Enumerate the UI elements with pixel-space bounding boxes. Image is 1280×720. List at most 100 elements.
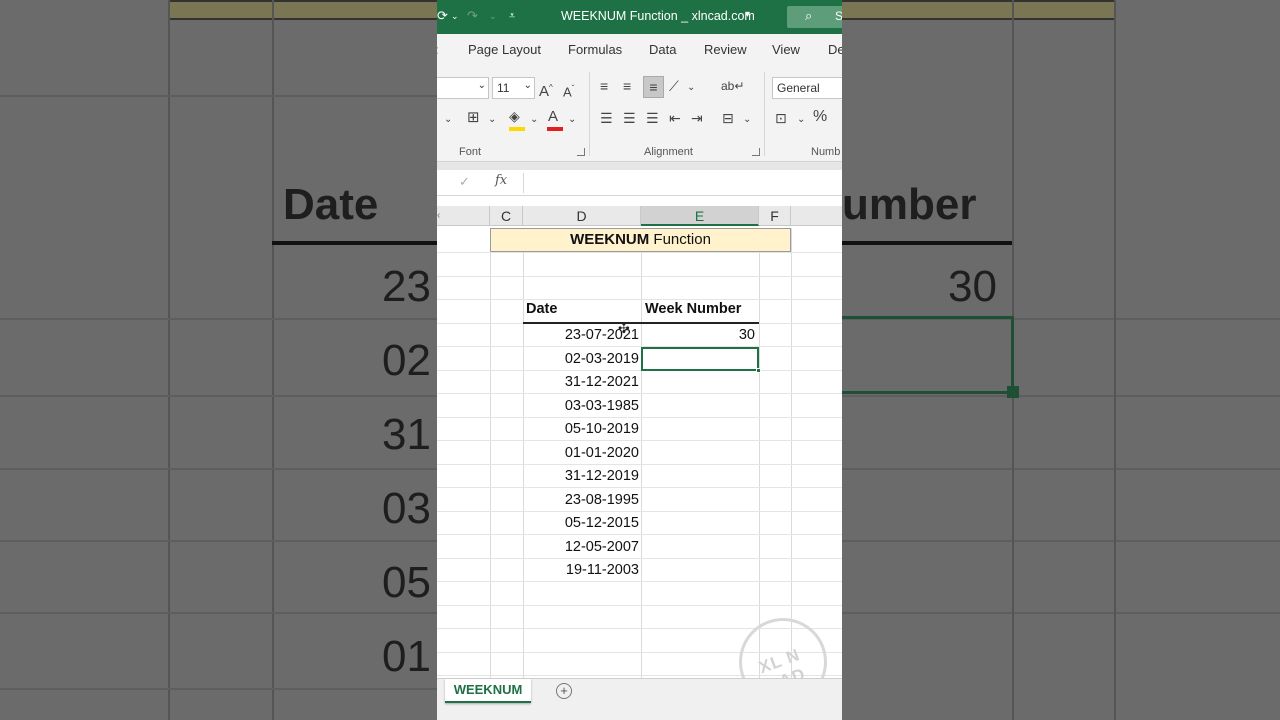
grid-row-line [437,557,842,559]
background-right: umber 30 [842,0,1280,720]
redo-partial-icon[interactable]: ⟳ [437,8,448,24]
tab-formulas[interactable]: Formulas [568,42,622,57]
excel-window: ⟳ ⌄ ↷ ⌄ ⩡ WEEKNUM Function _ xlncad.com … [437,0,842,720]
insert-function-icon[interactable]: fx [495,173,507,188]
add-sheet-icon[interactable]: + [556,683,572,699]
wrap-text-icon[interactable]: ab↵ [721,76,744,96]
column-header-d[interactable]: D [523,206,641,226]
orientation-icon[interactable]: ⟋ [669,76,679,96]
dropdown-icon[interactable]: ⌄ [451,11,459,22]
title-bold-text: WEEKNUM [570,231,650,248]
ribbon: ⌄ 11 ⌄ A^ Aˇ ⌄ ⊞ ⌄ ◈ ⌄ A ⌄ Font ≡ ≡ ≡ ⟋ ⌄… [437,66,842,162]
merge-center-icon[interactable]: ⊟ [722,108,734,128]
window-title: WEEKNUM Function _ xlncad.com [561,9,755,23]
active-cell[interactable] [641,347,761,373]
background-week-value: 30 [948,262,997,311]
borders-dropdown-icon[interactable]: ⌄ [488,110,496,130]
sheet-tab-weeknum[interactable]: WEEKNUM [445,679,531,703]
increase-font-size-icon[interactable]: A^ [539,78,553,102]
grid-row-line [437,275,842,277]
background-date-value: 01 [382,632,431,681]
fill-color-dropdown-icon[interactable]: ⌄ [530,110,538,130]
merge-dropdown-icon[interactable]: ⌄ [743,110,751,130]
alignment-dialog-launcher[interactable] [752,148,760,156]
formula-input[interactable] [525,171,842,195]
redo-icon[interactable]: ↷ [467,8,478,24]
date-cell[interactable]: 01-01-2020 [523,445,639,461]
date-cell[interactable]: 31-12-2019 [523,468,639,484]
background-title-strip [168,0,437,20]
ribbon-tabs: : Page Layout Formulas Data Review View … [437,34,842,66]
tab-partial[interactable]: : [437,42,439,57]
date-cell[interactable]: 19-11-2003 [523,562,639,578]
background-fill-handle [1007,386,1019,398]
date-header[interactable]: Date [526,301,557,317]
font-size-dropdown-icon[interactable]: ⌄ [524,80,532,91]
week-number-cell[interactable]: 30 [641,327,755,343]
font-color-dropdown-icon[interactable]: ⌄ [568,110,576,130]
background-title-strip-right [842,0,1116,20]
increase-indent-icon[interactable]: ⇥ [691,108,703,128]
ribbon-shadow [437,162,842,170]
background-active-cell [842,316,1014,394]
search-box[interactable]: ⌕ S [787,6,842,28]
percent-style-icon[interactable]: % [813,107,827,127]
top-align-icon[interactable]: ≡ [600,76,608,96]
align-center-icon[interactable]: ☰ [623,108,636,128]
bottom-align-icon[interactable]: ≡ [643,76,664,98]
accounting-format-icon[interactable]: ⊡ [775,108,787,128]
search-icon: ⌕ [805,8,813,23]
enter-check-icon[interactable]: ✓ [459,174,470,190]
redo-dropdown-icon[interactable]: ⌄ [489,11,497,22]
number-format-value: General [777,81,820,95]
sheet-title-cell[interactable]: WEEKNUM Function [490,228,791,252]
date-cell[interactable]: 31-12-2021 [523,374,639,390]
alignment-group-label: Alignment [644,146,693,158]
align-right-icon[interactable]: ☰ [646,108,659,128]
date-cell[interactable]: 05-10-2019 [523,421,639,437]
borders-icon[interactable]: ⊞ [467,108,480,128]
decrease-indent-icon[interactable]: ⇤ [669,108,681,128]
background-left: Date 23 02 31 03 05 01 [0,0,437,720]
title-rest-text: Function [649,231,711,248]
column-header-partial[interactable]: ‹ [437,206,490,226]
font-dialog-launcher[interactable] [577,148,585,156]
column-header-f[interactable]: F [759,206,791,226]
grid-row-line [437,416,842,418]
tab-developer[interactable]: De [828,42,842,57]
column-header-c[interactable]: C [490,206,523,226]
title-dropdown-icon[interactable]: ▾ [745,9,750,20]
week-number-header[interactable]: Week Number [645,301,741,317]
customize-quick-access-icon[interactable]: ⩡ [509,10,515,23]
orientation-dropdown-icon[interactable]: ⌄ [687,78,695,98]
tab-review[interactable]: Review [704,42,747,57]
date-cell[interactable]: 23-08-1995 [523,492,639,508]
fill-handle[interactable] [756,368,761,373]
middle-align-icon[interactable]: ≡ [623,76,631,96]
number-format-box[interactable]: General [772,77,842,99]
formula-bar: ✓ fx [437,170,842,196]
tab-data[interactable]: Data [649,42,676,57]
date-cell[interactable]: 03-03-1985 [523,398,639,414]
grid-row-line [437,369,842,371]
font-name-box[interactable]: ⌄ [437,77,489,99]
date-cell[interactable]: 02-03-2019 [523,351,639,367]
worksheet-grid[interactable]: WEEKNUM Function Date Week Number 23-07-… [437,228,842,706]
font-size-box[interactable]: 11 ⌄ [492,77,535,99]
grid-row-line [437,534,842,535]
font-color-icon[interactable]: A [548,107,558,127]
date-cell[interactable]: 12-05-2007 [523,539,639,555]
fill-color-icon[interactable]: ◈ [509,106,520,126]
column-header-e[interactable]: E [641,206,759,226]
screen: Date 23 02 31 03 05 01 umber 30 ⟳ ⌄ ↷ ⌄ ⩡ WEE… [0,0,1280,720]
date-cell[interactable]: 05-12-2015 [523,515,639,531]
font-group-label: Font [459,146,482,158]
tab-page-layout[interactable]: Page Layout [468,42,541,57]
tab-view[interactable]: View [772,42,800,57]
accounting-dropdown-icon[interactable]: ⌄ [797,110,805,130]
align-left-icon[interactable]: ☰ [600,108,613,128]
font-name-dropdown-icon[interactable]: ⌄ [478,80,486,91]
background-week-number-label: umber [842,180,977,229]
underline-dropdown-icon[interactable]: ⌄ [444,110,452,130]
decrease-font-size-icon[interactable]: Aˇ [563,79,574,102]
